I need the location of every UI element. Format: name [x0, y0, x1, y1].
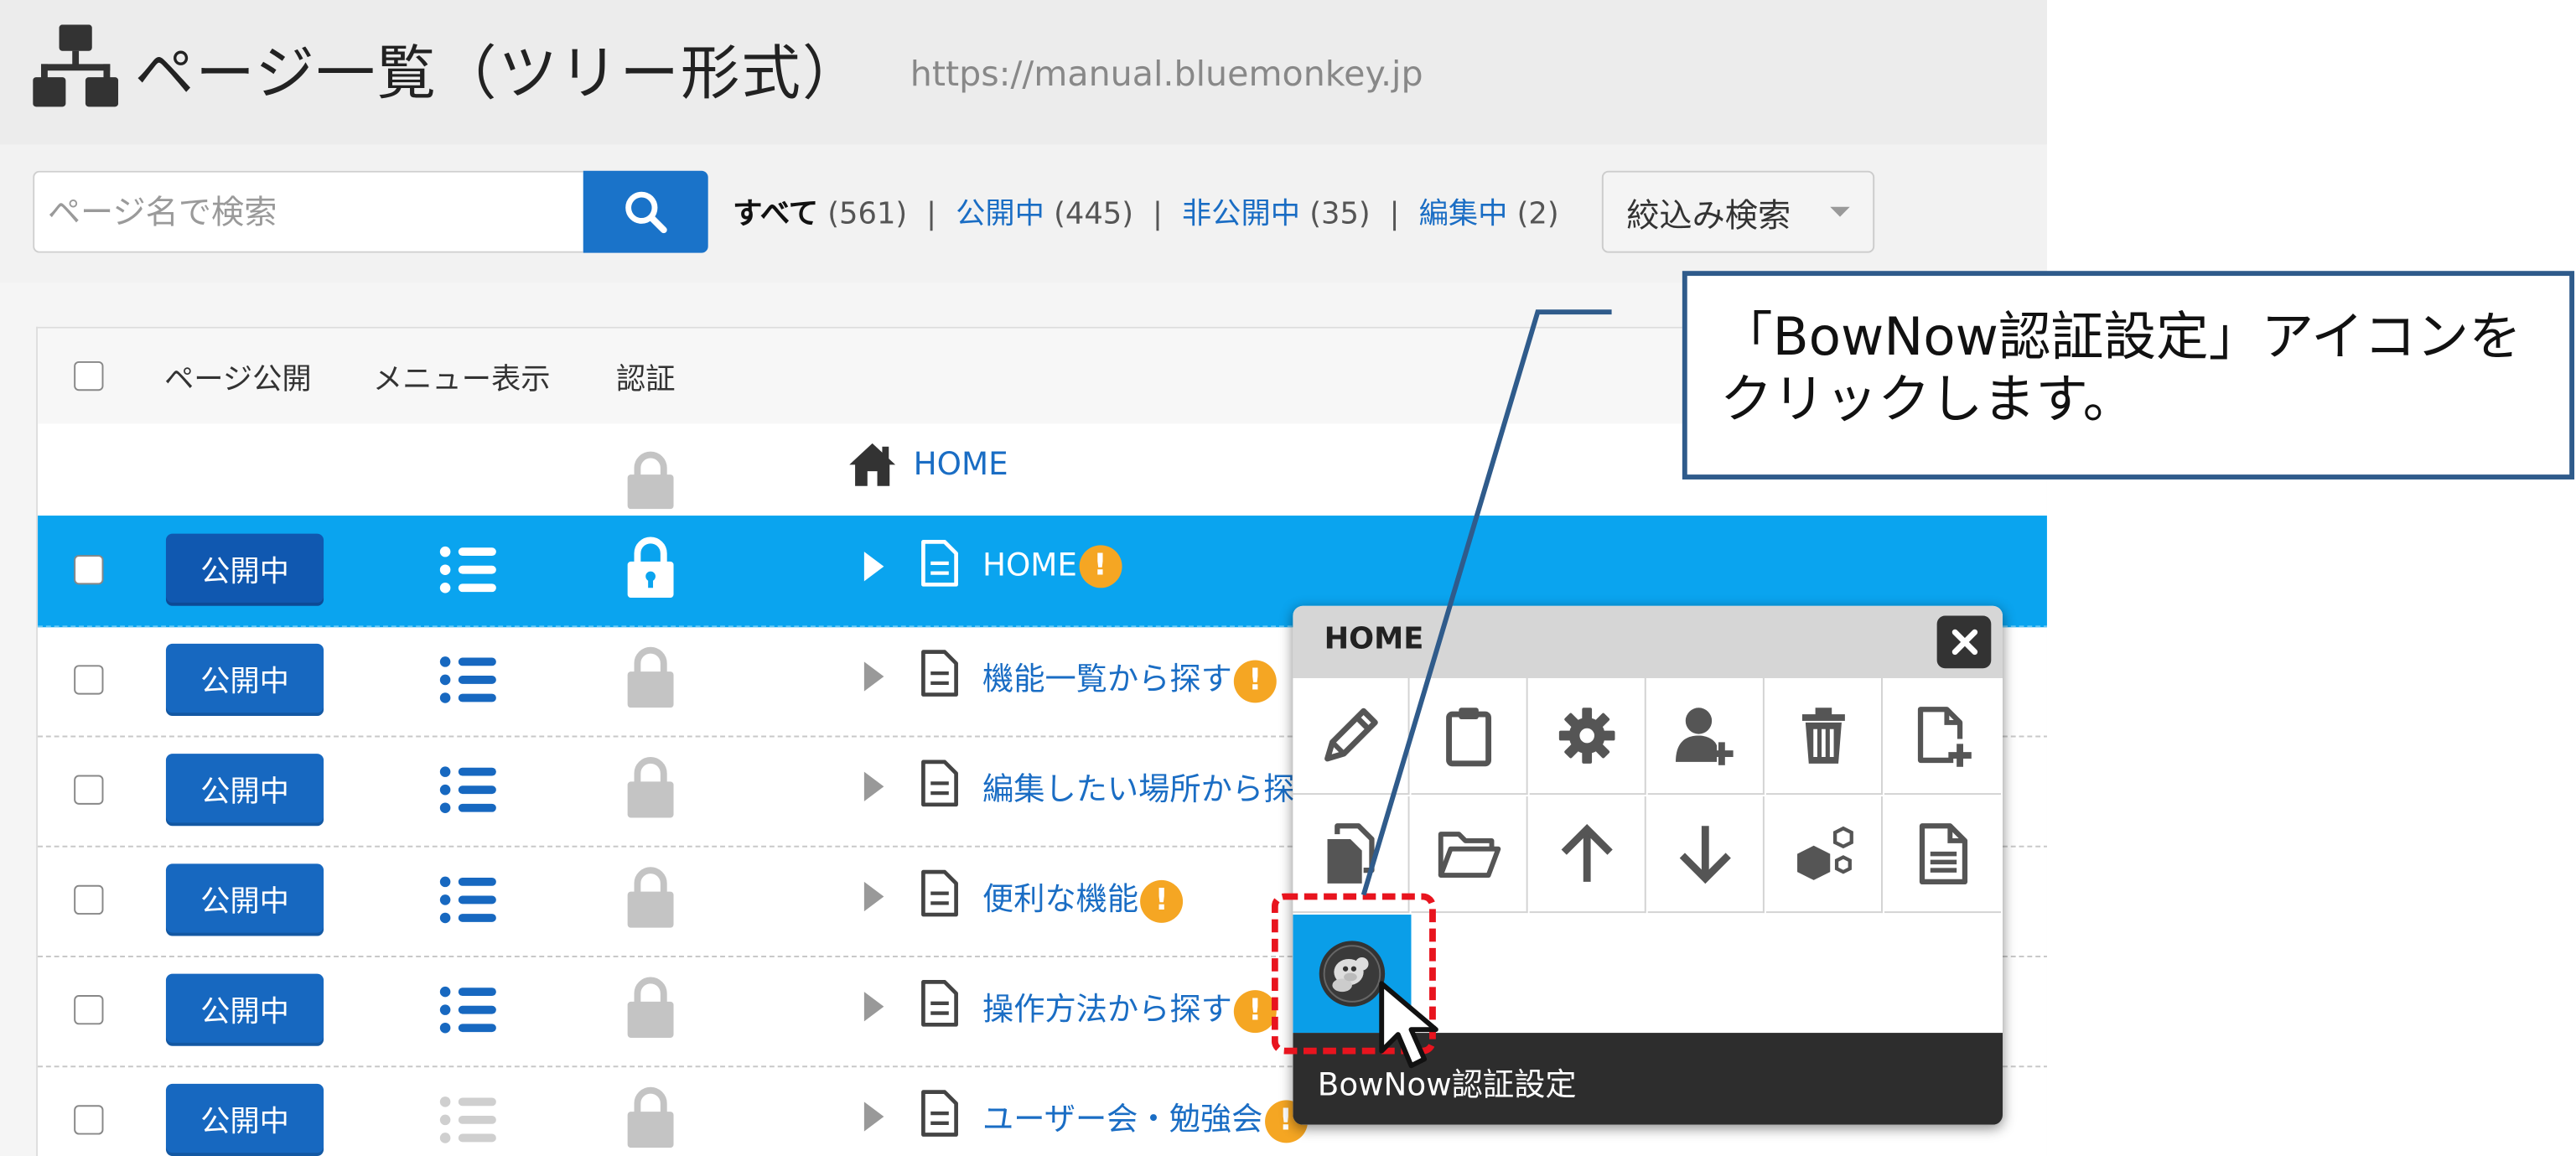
callout-leader-line [1361, 309, 1612, 896]
instruction-callout: 「BowNow認証設定」アイコンをクリックします。 [1682, 271, 2575, 480]
callout-text: 「BowNow認証設定」アイコンをクリックします。 [1719, 305, 2522, 431]
